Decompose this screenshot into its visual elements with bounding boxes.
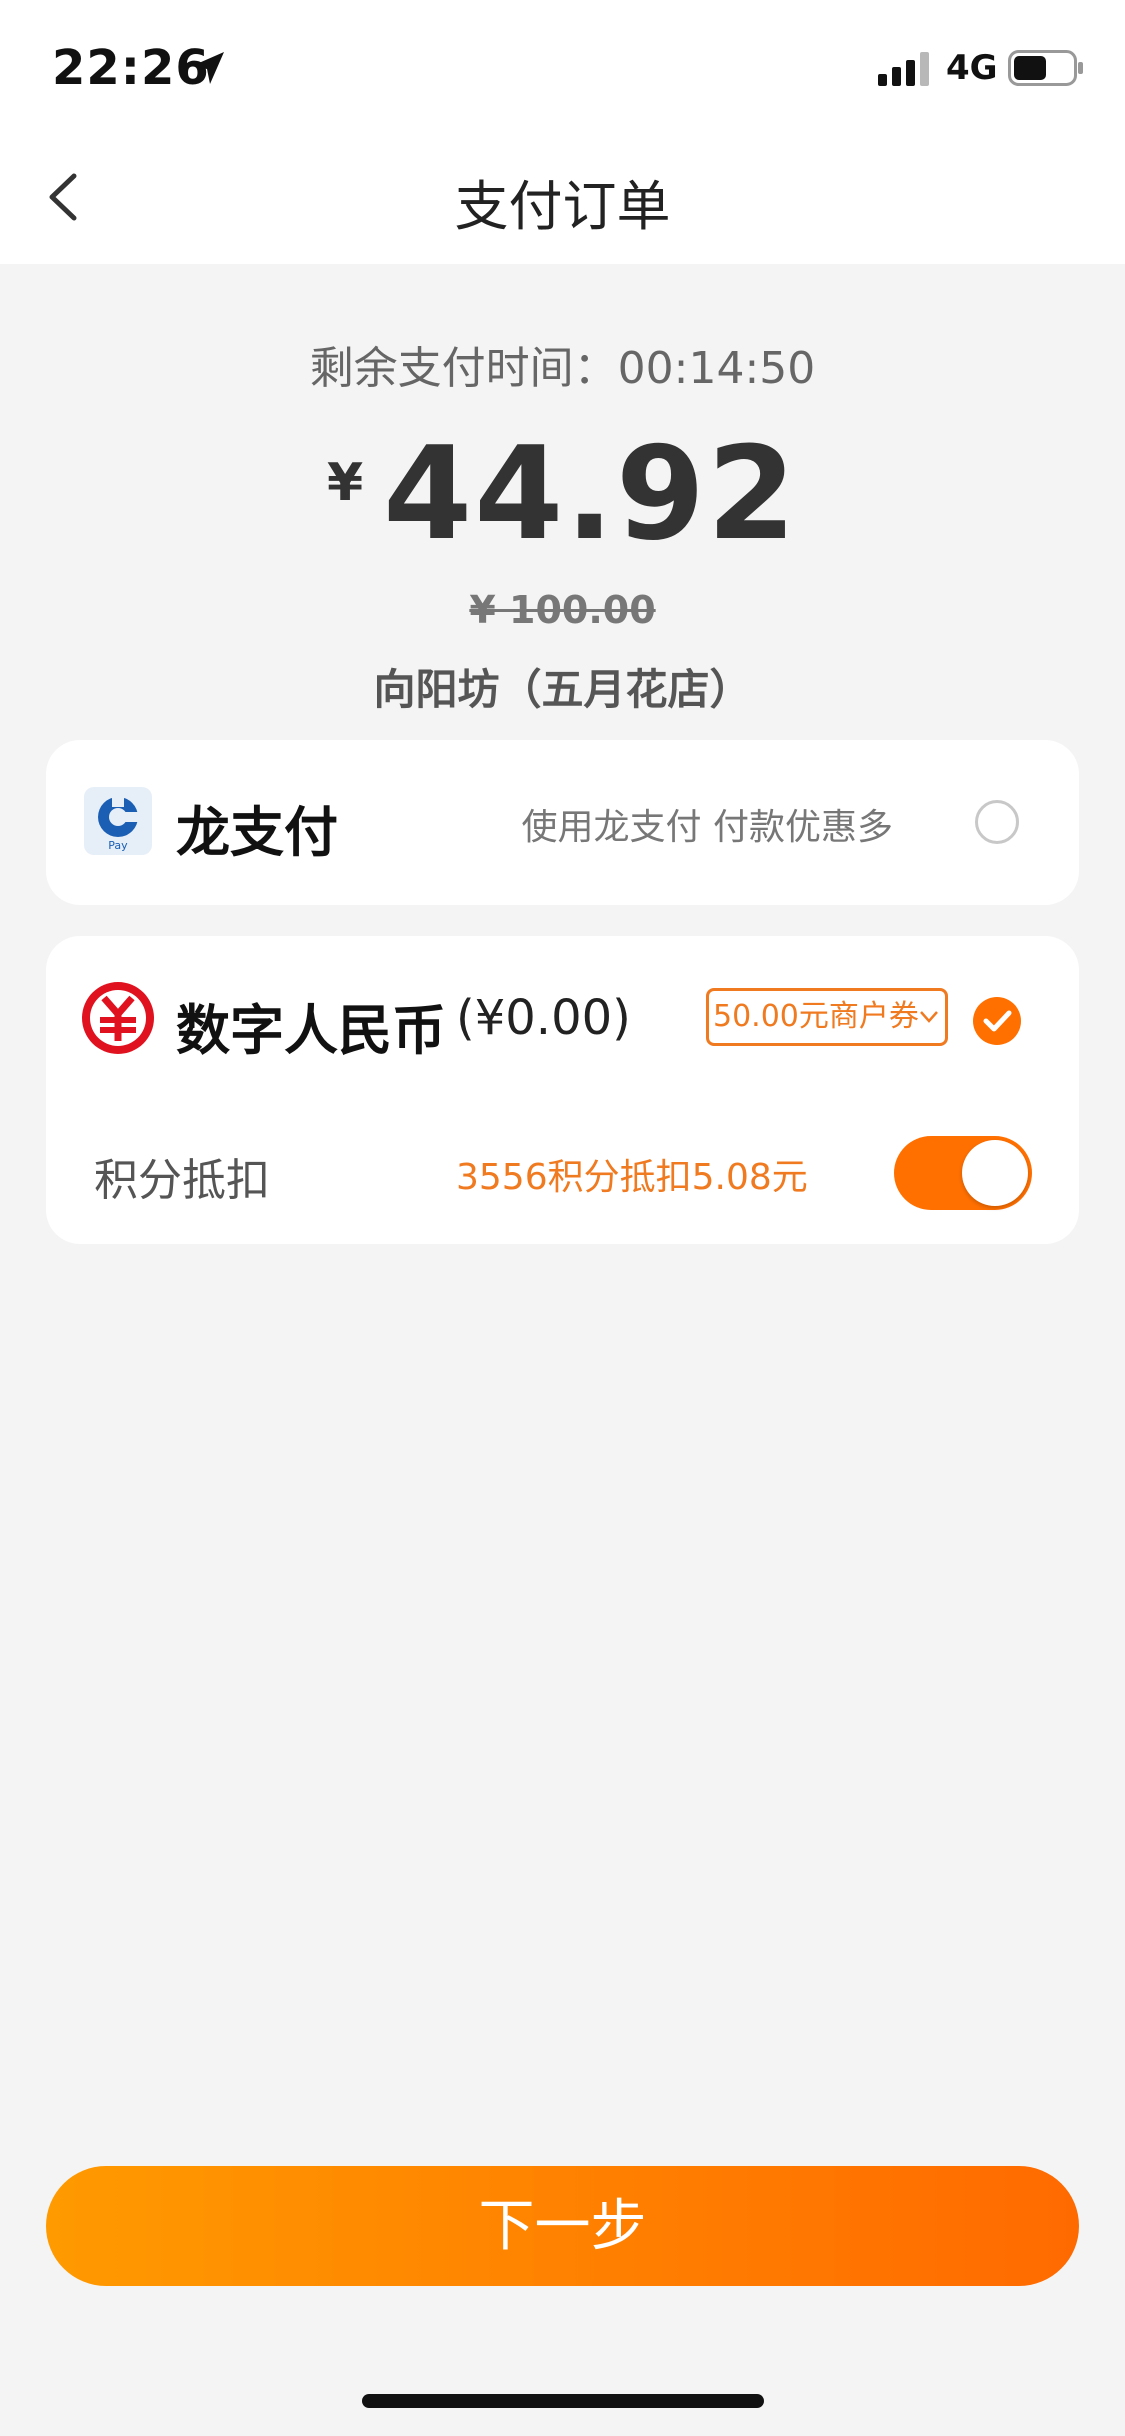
coupon-label: 50.00元商户券: [713, 999, 919, 1034]
chevron-down-icon: [920, 1011, 938, 1023]
currency-symbol: ¥: [326, 453, 364, 513]
points-deduction-value: 3556积分抵扣5.08元: [456, 1157, 808, 1198]
points-deduction-label: 积分抵扣: [94, 1155, 270, 1206]
signal-bars-icon: [878, 52, 929, 86]
payment-countdown: 剩余支付时间：00:14:50: [309, 343, 816, 394]
payment-method-name: 龙支付: [176, 801, 338, 864]
page-title: 支付订单: [454, 175, 671, 238]
original-price: ¥ 100.00: [469, 588, 656, 632]
merchant-name: 向阳坊（五月花店）: [373, 665, 752, 714]
toggle-knob: [962, 1140, 1028, 1206]
points-deduction-toggle[interactable]: [894, 1136, 1032, 1210]
digital-rmb-logo-icon: [82, 982, 154, 1054]
payment-option-long-pay[interactable]: Pay 龙支付 使用龙支付 付款优惠多: [46, 740, 1079, 905]
payment-method-hint: 使用龙支付 付款优惠多: [521, 807, 893, 848]
payment-option-digital-rmb: 数字人民币 (¥0.00) 50.00元商户券 积分抵扣 3556积分抵扣5.0…: [46, 936, 1079, 1244]
battery-icon: [1008, 50, 1083, 86]
status-time: 22:26: [52, 40, 210, 96]
svg-text:Pay: Pay: [108, 839, 128, 852]
nav-bar: 支付订单: [0, 132, 1125, 264]
long-pay-logo-icon: Pay: [84, 787, 152, 855]
status-bar: 22:26 4G: [0, 0, 1125, 132]
network-type: 4G: [946, 48, 998, 88]
check-circle-icon[interactable]: [972, 996, 1022, 1046]
amount-value: 44.92: [383, 420, 799, 569]
coupon-selector[interactable]: 50.00元商户券: [706, 988, 948, 1046]
payment-method-name: 数字人民币: [176, 999, 446, 1062]
location-arrow-icon: [192, 52, 224, 84]
payment-method-balance: (¥0.00): [456, 990, 631, 1046]
next-step-button[interactable]: 下一步: [46, 2166, 1079, 2286]
home-indicator: [362, 2394, 764, 2408]
payment-amount: ¥44.92: [0, 420, 1125, 569]
radio-unselected[interactable]: [975, 800, 1019, 844]
